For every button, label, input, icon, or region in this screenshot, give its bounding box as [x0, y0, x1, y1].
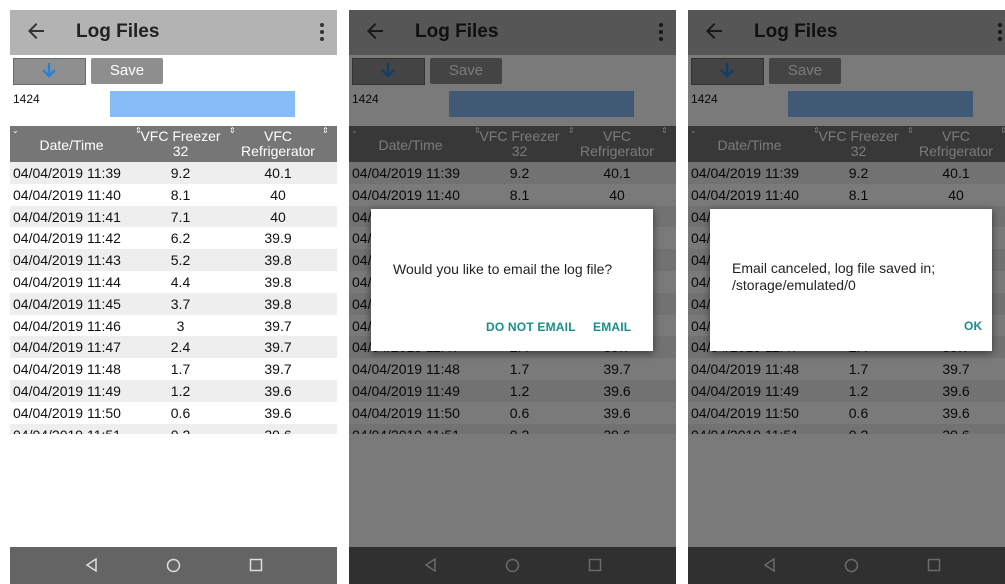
sort-chevron-icon[interactable]: ⌄: [12, 126, 19, 136]
refrigerator-cell: 39.8: [264, 252, 292, 269]
column-header-datetime[interactable]: Date/Time: [10, 138, 133, 153]
back-arrow-icon[interactable]: [24, 19, 48, 43]
refrigerator-cell: 39.8: [264, 295, 292, 312]
column-header-refrigerator[interactable]: VFCRefrigerator: [228, 129, 328, 159]
refrigerator-cell: 39.7: [264, 339, 292, 356]
freezer-cell: 3.7: [170, 295, 191, 312]
refrigerator-cell: 40: [270, 186, 286, 203]
table-row[interactable]: 04/04/2019 11:39 9.2 40.1: [10, 162, 337, 184]
datetime-cell: 04/04/2019 11:49: [13, 382, 121, 399]
screen-log-files: Log Files Save 1424 ⌄ ⇕ ⇕ ⇕ Date/Time VF…: [10, 10, 337, 584]
datetime-cell: 04/04/2019 11:41: [13, 208, 121, 225]
table-row[interactable]: 04/04/2019 11:50 0.6 39.6: [10, 402, 337, 424]
ok-button[interactable]: OK: [964, 319, 982, 333]
table-row[interactable]: 04/04/2019 11:48 1.7 39.7: [10, 358, 337, 380]
refrigerator-cell: 39.8: [264, 273, 292, 290]
datetime-cell: 04/04/2019 11:46: [13, 317, 121, 334]
save-button[interactable]: Save: [91, 58, 163, 84]
freezer-cell: 9.2: [170, 165, 191, 181]
refrigerator-cell: 39.7: [264, 361, 292, 378]
log-table[interactable]: 04/04/2019 11:39 9.2 40.1 04/04/2019 11:40 8…: [10, 162, 337, 434]
datetime-cell: 04/04/2019 11:50: [13, 404, 121, 421]
nav-recents-icon[interactable]: [249, 558, 263, 572]
dialog-message: Email canceled, log file saved in; /stor…: [732, 260, 935, 294]
table-row[interactable]: 04/04/2019 11:40 8.1 40: [10, 184, 337, 206]
nav-home-icon[interactable]: [166, 558, 181, 573]
table-row[interactable]: 04/04/2019 11:49 1.2 39.6: [10, 379, 337, 402]
datetime-cell: 04/04/2019 11:51: [13, 427, 133, 434]
table-row[interactable]: 04/04/2019 11:43 5.2 39.8: [10, 249, 337, 271]
datetime-cell: 04/04/2019 11:39: [13, 165, 121, 181]
freezer-cell: 2.4: [170, 339, 191, 356]
table-row[interactable]: 04/04/2019 11:46 3 39.7: [10, 315, 337, 337]
device-id: 1424: [13, 92, 40, 106]
refrigerator-cell: 40.1: [264, 165, 292, 181]
freezer-cell: 5.2: [170, 252, 191, 269]
freezer-cell: 4.4: [170, 273, 191, 290]
email-prompt-dialog: Would you like to email the log file? DO…: [371, 209, 653, 351]
system-nav-bar: [10, 547, 337, 584]
device-name-bar[interactable]: [110, 91, 295, 117]
datetime-cell: 04/04/2019 11:48: [13, 361, 121, 378]
screen-email-prompt: Log Files Save 1424 ⌄ ⇕ ⇕ ⇕ Date/Time VF…: [349, 10, 676, 584]
table-row[interactable]: 04/04/2019 11:45 3.7 39.8: [10, 292, 337, 315]
table-row[interactable]: 04/04/2019 11:47 2.4 39.7: [10, 336, 337, 359]
freezer-cell: 3: [176, 317, 185, 334]
column-header-freezer[interactable]: VFC Freezer32: [133, 129, 228, 159]
table-row[interactable]: 04/04/2019 11:42 6.2 39.9: [10, 227, 337, 249]
freezer-cell: 6.2: [170, 230, 191, 247]
datetime-cell: 04/04/2019 11:44: [13, 273, 121, 290]
refrigerator-cell: 39.7: [264, 317, 292, 334]
nav-back-icon[interactable]: [85, 558, 99, 572]
refrigerator-cell: 39.6: [228, 427, 328, 434]
dialog-message-line: Email canceled, log file saved in;: [732, 260, 936, 276]
dialog-message-line: /storage/emulated/0: [732, 277, 856, 293]
table-row[interactable]: 04/04/2019 11:41 7.1 40: [10, 205, 337, 228]
freezer-cell: 1.7: [170, 361, 191, 378]
datetime-cell: 04/04/2019 11:40: [13, 186, 121, 203]
refrigerator-cell: 39.6: [264, 382, 292, 399]
datetime-cell: 04/04/2019 11:42: [13, 230, 121, 247]
refrigerator-cell: 39.6: [264, 404, 292, 421]
app-bar: Log Files: [10, 10, 337, 55]
datetime-cell: 04/04/2019 11:47: [13, 339, 121, 356]
download-arrow-icon: [42, 63, 56, 78]
email-button[interactable]: EMAIL: [593, 320, 631, 334]
table-row[interactable]: 04/04/2019 11:510.239.6: [10, 423, 337, 434]
freezer-cell: 0.6: [170, 404, 191, 421]
freezer-cell: 1.2: [170, 382, 191, 399]
freezer-cell: 0.2: [133, 427, 228, 434]
do-not-email-button[interactable]: DO NOT EMAIL: [486, 320, 576, 334]
table-row[interactable]: 04/04/2019 11:44 4.4 39.8: [10, 271, 337, 293]
refrigerator-cell: 40: [270, 208, 286, 225]
freezer-cell: 8.1: [170, 186, 191, 203]
datetime-cell: 04/04/2019 11:45: [13, 295, 121, 312]
dialog-message: Would you like to email the log file?: [393, 261, 613, 277]
email-canceled-dialog: Email canceled, log file saved in; /stor…: [710, 209, 992, 351]
more-vert-icon[interactable]: [319, 22, 325, 42]
refrigerator-cell: 39.9: [264, 230, 292, 247]
download-button[interactable]: [13, 58, 86, 85]
table-header: ⌄ ⇕ ⇕ ⇕ Date/Time VFC Freezer32 VFCRefri…: [10, 126, 337, 162]
page-title: Log Files: [76, 21, 160, 42]
screen-email-canceled: Log Files Save 1424 ⌄ ⇕ ⇕ ⇕ Date/Time VF…: [688, 10, 1005, 584]
datetime-cell: 04/04/2019 11:43: [13, 252, 121, 269]
freezer-cell: 7.1: [170, 208, 191, 225]
